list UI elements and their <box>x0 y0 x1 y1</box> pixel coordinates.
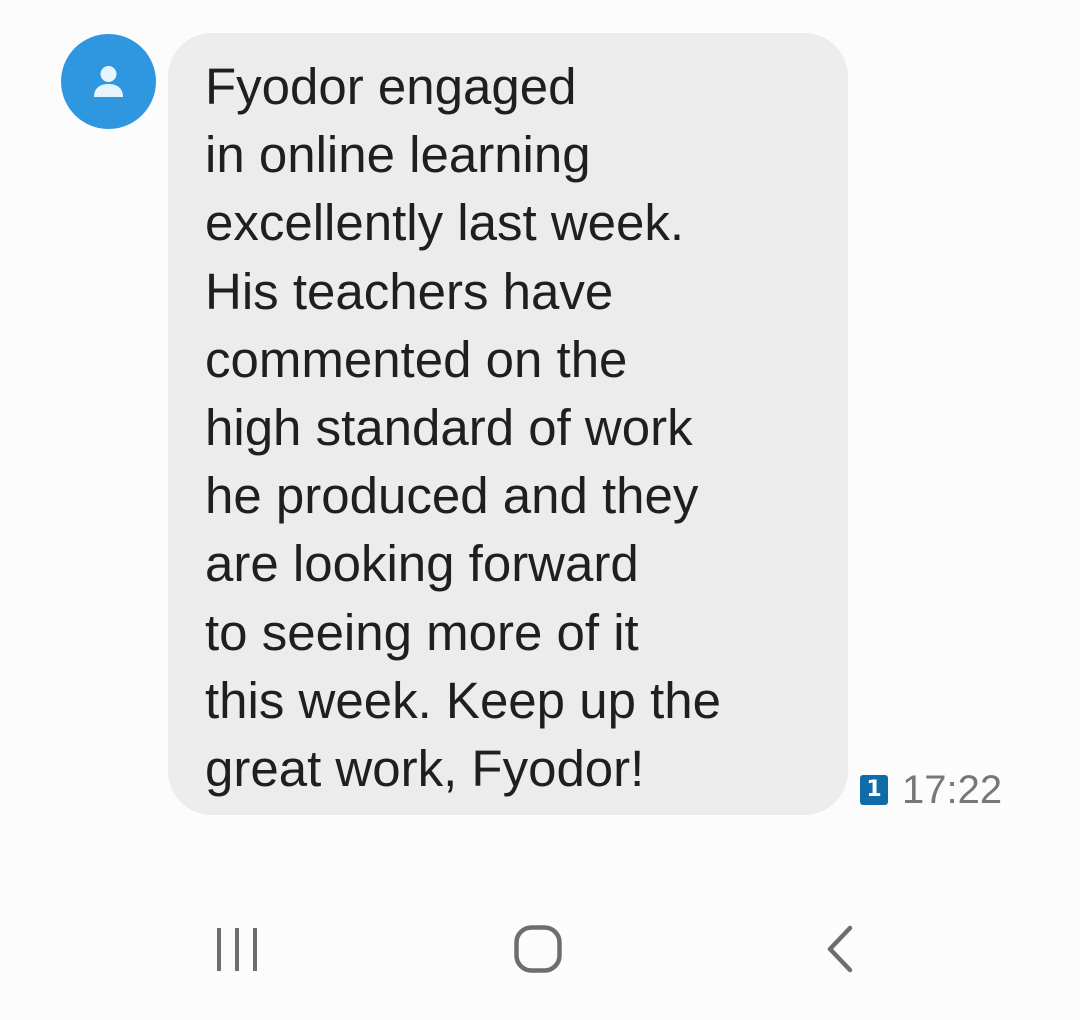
message-line: His teachers have <box>205 262 614 320</box>
message-line: great work, Fyodor! <box>205 740 645 798</box>
navigation-bar <box>0 900 1080 1000</box>
home-icon <box>514 925 562 973</box>
message-line: he produced and they <box>205 467 699 525</box>
back-button[interactable] <box>806 920 876 980</box>
message-line: excellently last week. <box>205 194 685 252</box>
message-line: high standard of work <box>205 399 693 457</box>
message-line: this week. Keep up the <box>205 671 722 729</box>
message-line: to seeing more of it <box>205 603 639 661</box>
message-line: commented on the <box>205 330 628 388</box>
recents-icon <box>217 928 257 971</box>
recents-button[interactable] <box>202 920 272 980</box>
sim-slot-badge: 1 <box>860 775 888 805</box>
message-bubble[interactable]: Fyodor engaged in online learning excell… <box>168 33 848 815</box>
message-meta: 1 17:22 <box>860 768 1002 812</box>
message-line: in online learning <box>205 126 591 184</box>
back-icon <box>827 925 853 973</box>
message-timestamp: 17:22 <box>902 768 1003 812</box>
person-icon <box>94 66 123 97</box>
message-line: are looking forward <box>205 535 639 593</box>
contact-avatar[interactable] <box>61 34 156 129</box>
message-line: Fyodor engaged <box>205 58 577 115</box>
message-text: Fyodor engaged in online learning excell… <box>205 53 835 803</box>
home-button[interactable] <box>503 920 573 980</box>
